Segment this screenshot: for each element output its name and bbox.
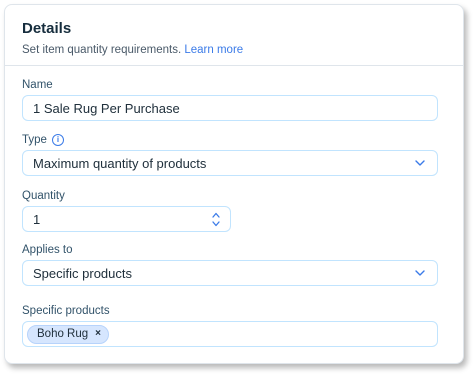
details-card: Details Set item quantity requirements. … — [4, 4, 464, 364]
card-header: Details Set item quantity requirements. … — [5, 5, 463, 66]
product-tag-label: Boho Rug — [37, 328, 89, 340]
type-label: Type i — [22, 133, 64, 147]
stepper-down-icon[interactable] — [212, 220, 220, 227]
applies-to-dropdown[interactable]: Specific products — [22, 260, 438, 286]
specific-products-label: Specific products — [22, 304, 110, 318]
quantity-label: Quantity — [22, 189, 65, 203]
chevron-down-icon — [413, 156, 427, 170]
specific-products-label-text: Specific products — [22, 305, 110, 317]
quantity-label-text: Quantity — [22, 190, 65, 202]
chevron-down-icon — [413, 266, 427, 280]
applies-to-dropdown-value: Specific products — [33, 265, 132, 281]
card-title: Details — [22, 20, 72, 37]
name-input[interactable]: 1 Sale Rug Per Purchase — [22, 95, 438, 121]
card-subtitle: Set item quantity requirements. Learn mo… — [22, 43, 446, 57]
quantity-stepper[interactable]: 1 — [22, 206, 231, 232]
info-icon[interactable]: i — [51, 134, 64, 146]
remove-tag-icon[interactable]: × — [95, 329, 101, 339]
name-label: Name — [22, 78, 53, 92]
name-input-value: 1 Sale Rug Per Purchase — [33, 100, 180, 116]
product-tag: Boho Rug × — [27, 324, 109, 344]
type-label-text: Type — [22, 134, 47, 146]
specific-products-input[interactable]: Boho Rug × — [22, 321, 438, 347]
stepper-up-icon[interactable] — [212, 212, 220, 218]
type-dropdown-value: Maximum quantity of products — [33, 155, 207, 171]
learn-more-link[interactable]: Learn more — [184, 44, 243, 56]
subtitle-text: Set item quantity requirements. — [22, 44, 182, 56]
applies-to-label: Applies to — [22, 243, 73, 257]
stepper-arrows — [212, 208, 220, 230]
type-dropdown[interactable]: Maximum quantity of products — [22, 150, 438, 176]
name-label-text: Name — [22, 79, 53, 91]
applies-to-label-text: Applies to — [22, 244, 73, 256]
quantity-value: 1 — [33, 211, 41, 227]
